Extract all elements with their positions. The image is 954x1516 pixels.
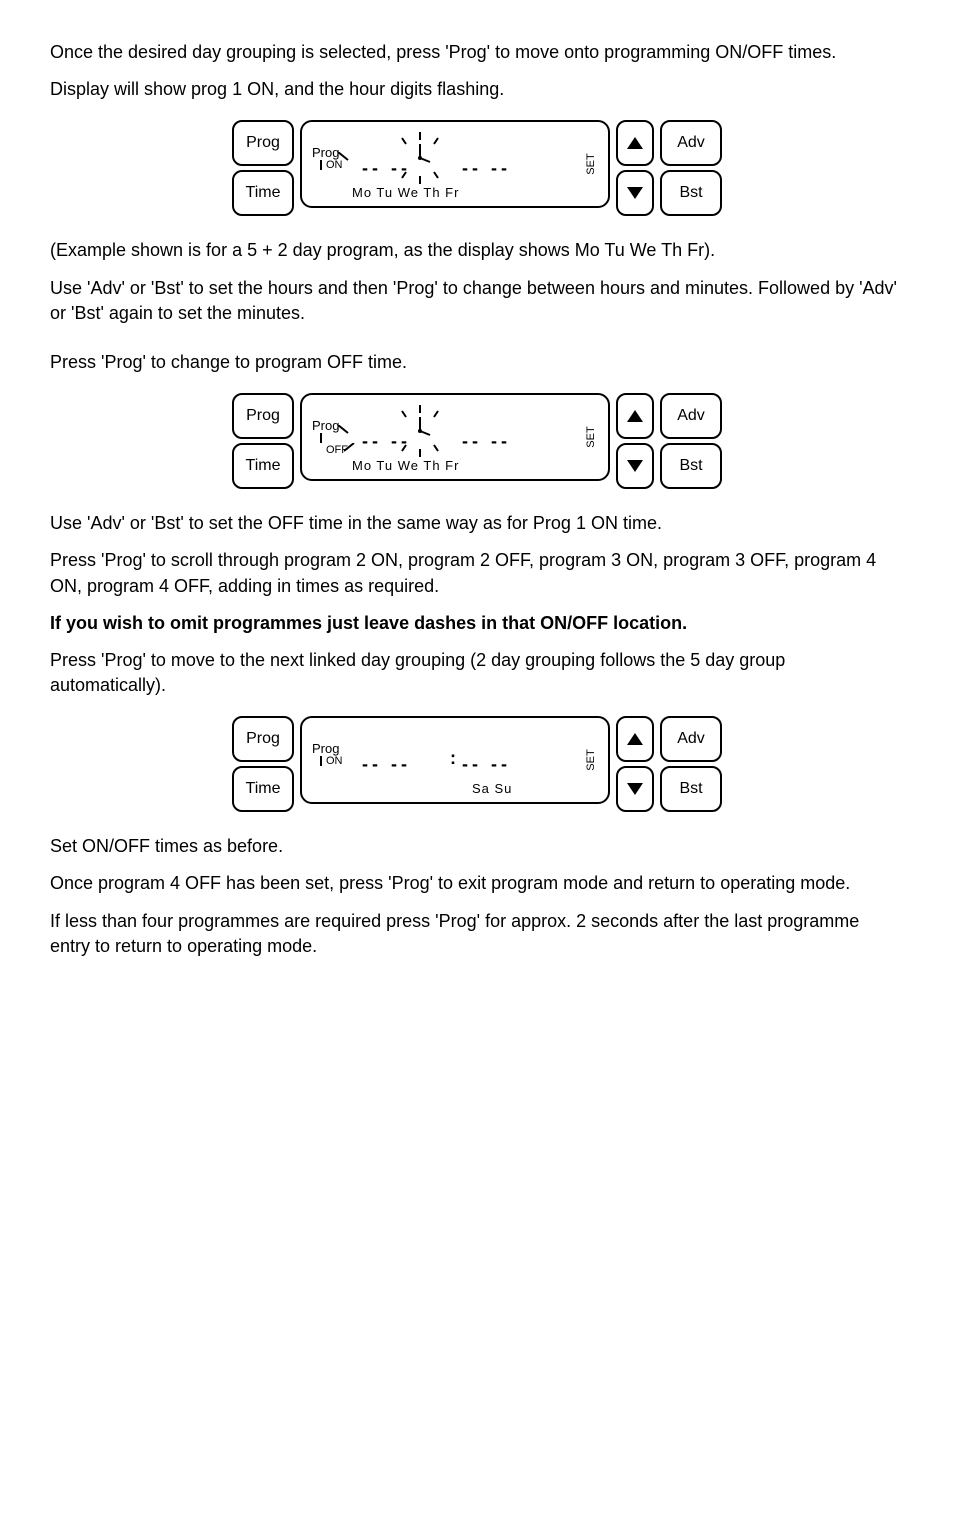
adv-button: Adv bbox=[660, 716, 722, 762]
time-button: Time bbox=[232, 170, 294, 216]
bst-button: Bst bbox=[660, 443, 722, 489]
lcd-set-label: SET bbox=[584, 154, 599, 175]
prog-button: Prog bbox=[232, 716, 294, 762]
paragraph: If less than four programmes are require… bbox=[50, 909, 904, 959]
lcd-prog-label: Prog bbox=[312, 417, 339, 435]
lcd-days: Mo Tu We Th Fr bbox=[352, 457, 459, 475]
lcd-screen: Prog ON -- -- -- -- SET Mo bbox=[300, 120, 610, 208]
bst-button: Bst bbox=[660, 170, 722, 216]
triangle-up-icon bbox=[627, 733, 643, 745]
lcd-dashes: -- -- bbox=[462, 752, 511, 777]
time-button: Time bbox=[232, 443, 294, 489]
triangle-up-icon bbox=[627, 137, 643, 149]
paragraph: Once the desired day grouping is selecte… bbox=[50, 40, 904, 65]
lcd-dashes: -- -- bbox=[462, 429, 511, 454]
lcd-on-indicator: ON bbox=[326, 754, 343, 769]
down-button bbox=[616, 170, 654, 216]
lcd-set-label: SET bbox=[584, 750, 599, 771]
lcd-tick bbox=[320, 756, 322, 766]
triangle-up-icon bbox=[627, 410, 643, 422]
triangle-down-icon bbox=[627, 187, 643, 199]
lcd-tick bbox=[320, 160, 322, 170]
triangle-down-icon bbox=[627, 460, 643, 472]
lcd-dashes: -- -- bbox=[362, 429, 411, 454]
paragraph: Press 'Prog' to scroll through program 2… bbox=[50, 548, 904, 598]
paragraph: Use 'Adv' or 'Bst' to set the hours and … bbox=[50, 276, 904, 326]
time-button: Time bbox=[232, 766, 294, 812]
adv-button: Adv bbox=[660, 120, 722, 166]
off-arrow-icon bbox=[344, 443, 356, 453]
paragraph: Press 'Prog' to change to program OFF ti… bbox=[50, 350, 904, 375]
lcd-dashes: -- -- bbox=[462, 156, 511, 181]
paragraph: Once program 4 OFF has been set, press '… bbox=[50, 871, 904, 896]
paragraph: (Example shown is for a 5 + 2 day progra… bbox=[50, 238, 904, 263]
lcd-dashes: -- -- bbox=[362, 156, 411, 181]
paragraph: Set ON/OFF times as before. bbox=[50, 834, 904, 859]
adv-button: Adv bbox=[660, 393, 722, 439]
down-button bbox=[616, 766, 654, 812]
lcd-dashes: -- -- bbox=[362, 752, 411, 777]
paragraph: Use 'Adv' or 'Bst' to set the OFF time i… bbox=[50, 511, 904, 536]
bst-button: Bst bbox=[660, 766, 722, 812]
lcd-days: Sa Su bbox=[472, 780, 512, 798]
lcd-on-indicator: ON bbox=[326, 158, 343, 173]
lcd-colon: : bbox=[450, 746, 456, 771]
paragraph: Press 'Prog' to move to the next linked … bbox=[50, 648, 904, 698]
lcd-set-label: SET bbox=[584, 426, 599, 447]
up-button bbox=[616, 393, 654, 439]
up-button bbox=[616, 716, 654, 762]
up-button bbox=[616, 120, 654, 166]
device-diagram-1: Prog Time Prog ON -- -- bbox=[50, 120, 904, 216]
prog-button: Prog bbox=[232, 120, 294, 166]
prog-button: Prog bbox=[232, 393, 294, 439]
lcd-days: Mo Tu We Th Fr bbox=[352, 184, 459, 202]
lcd-screen: Prog ON -- -- : -- -- SET Sa Su bbox=[300, 716, 610, 804]
paragraph: Display will show prog 1 ON, and the hou… bbox=[50, 77, 904, 102]
triangle-down-icon bbox=[627, 783, 643, 795]
device-diagram-3: Prog Time Prog ON -- -- : -- -- SET Sa S… bbox=[50, 716, 904, 812]
paragraph-bold: If you wish to omit programmes just leav… bbox=[50, 611, 904, 636]
device-diagram-2: Prog Time Prog OFF bbox=[50, 393, 904, 489]
lcd-tick bbox=[320, 433, 322, 443]
down-button bbox=[616, 443, 654, 489]
lcd-screen: Prog OFF -- -- -- -- SET bbox=[300, 393, 610, 481]
